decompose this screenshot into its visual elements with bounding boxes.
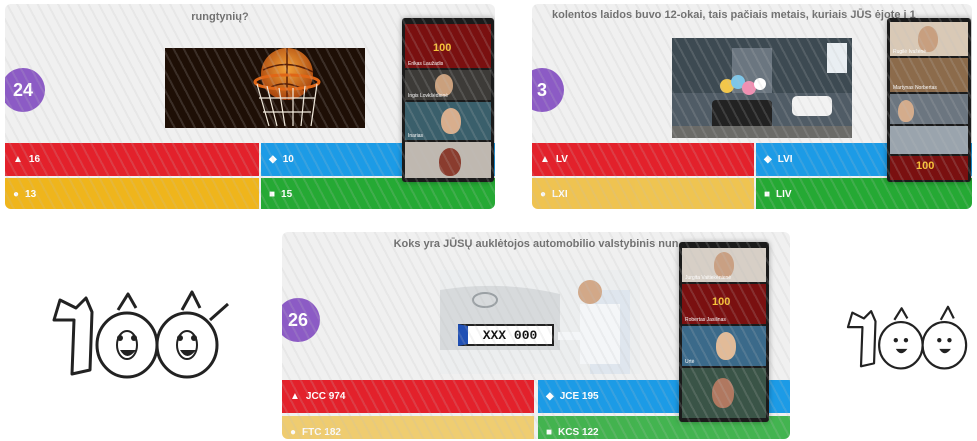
diamond-icon: ◆: [764, 154, 772, 165]
question-number-badge: 26: [282, 298, 320, 342]
square-icon: ■: [764, 189, 771, 200]
participant-face: [712, 378, 734, 408]
triangle-icon: ▲: [540, 154, 550, 165]
square-icon: ■: [546, 427, 553, 438]
answer-label: JCC 974: [305, 391, 346, 402]
video-tile: Rugilė Ivašėnė: [890, 22, 968, 56]
license-plate: XXX 000: [458, 324, 554, 346]
video-tile: [890, 126, 968, 154]
answer-label: 15: [281, 189, 293, 200]
answer-label: LIV: [776, 189, 792, 200]
answer-triangle[interactable]: ▲ 16: [5, 143, 259, 176]
video-tile: 100 Robertas Jasilinas: [682, 284, 766, 324]
answer-label: 10: [282, 154, 294, 165]
triangle-icon: ▲: [13, 154, 23, 165]
participant-name: Martynas Norbertas: [893, 85, 937, 91]
answer-label: LXI: [552, 189, 568, 200]
participant-name: Urtė: [685, 359, 695, 365]
triangle-icon: ▲: [290, 391, 300, 402]
answer-triangle[interactable]: ▲ JCC 974: [282, 380, 534, 413]
video-tile: 100: [890, 156, 968, 180]
diamond-icon: ◆: [269, 154, 277, 165]
circle-icon: ●: [290, 427, 297, 438]
answer-circle[interactable]: ● LXI: [532, 178, 754, 209]
answer-label: FTC 182: [302, 427, 341, 438]
answer-label: 16: [28, 154, 41, 165]
circle-icon: ●: [13, 189, 20, 200]
answer-square[interactable]: ■ LIV: [756, 178, 972, 209]
video-tile: [405, 142, 491, 178]
participant-name: Erikas Laužadis: [408, 61, 444, 67]
answer-triangle[interactable]: ▲ LV: [532, 143, 754, 176]
square-icon: ■: [269, 189, 276, 200]
video-gallery-panel: 100 Erikas Laužadis Ingis Lovkšėdienė In…: [402, 18, 494, 182]
participant-face: [439, 148, 461, 176]
hundred-logo-text: 100: [712, 296, 731, 308]
video-tile: Martynas Norbertas: [890, 58, 968, 92]
participant-name: Jurgita Vaitiekėnienė: [685, 275, 732, 281]
video-gallery-panel: Jurgita Vaitiekėnienė 100 Robertas Jasil…: [679, 242, 769, 422]
circle-icon: ●: [540, 189, 547, 200]
diamond-icon: ◆: [546, 391, 554, 402]
answer-circle[interactable]: ● 13: [5, 178, 259, 209]
video-gallery-panel: Rugilė Ivašėnė Martynas Norbertas 100: [887, 18, 971, 182]
answer-label: JCE 195: [559, 391, 599, 402]
video-tile: Jurgita Vaitiekėnienė: [682, 248, 766, 282]
video-tile: Inarias: [405, 102, 491, 140]
question-number-badge: 3: [532, 68, 564, 112]
answer-square[interactable]: ■ 15: [261, 178, 495, 209]
license-plate-image: XXX 000: [440, 270, 640, 374]
participant-name: Ingis Lovkšėdienė: [408, 93, 449, 99]
hundred-logo-text: 100: [433, 42, 452, 54]
video-tile: Ingis Lovkšėdienė: [405, 70, 491, 100]
kahoot-screenshot-basketball: rungtynių? 24 ▲ 16 ◆ 10 ● 13 ■ 15 100 Erikas…: [5, 4, 495, 209]
kahoot-screenshot-license-plate: Koks yra JŪSŲ auklėtojos automobilio val…: [282, 232, 790, 439]
hundred-logo-text: 100: [916, 160, 935, 172]
answer-circle[interactable]: ● FTC 182: [282, 416, 534, 439]
participant-name: Robertas Jasilinas: [685, 317, 726, 323]
video-tile: [682, 368, 766, 418]
basketball-hoop-image: [165, 48, 365, 128]
mascot-100-logo-left: [52, 290, 229, 379]
participant-face: [441, 108, 461, 134]
answer-label: LVI: [777, 154, 793, 165]
answer-label: 13: [25, 189, 37, 200]
street-car-image: [672, 38, 852, 138]
question-number-badge: 24: [5, 68, 45, 112]
participant-face: [716, 332, 736, 360]
kahoot-screenshot-street: kolentos laidos buvo 12-okai, tais pačia…: [532, 4, 972, 209]
video-tile: 100 Erikas Laužadis: [405, 24, 491, 68]
answer-label: LV: [555, 154, 568, 165]
participant-name: Rugilė Ivašėnė: [893, 49, 927, 55]
plate-text: XXX 000: [482, 327, 538, 343]
participant-face: [898, 100, 914, 122]
answer-label: KCS 122: [558, 427, 599, 438]
mascot-100-logo-right: [846, 305, 968, 370]
video-tile: Urtė: [682, 326, 766, 366]
participant-name: Inarias: [408, 133, 424, 139]
video-tile: [890, 94, 968, 124]
